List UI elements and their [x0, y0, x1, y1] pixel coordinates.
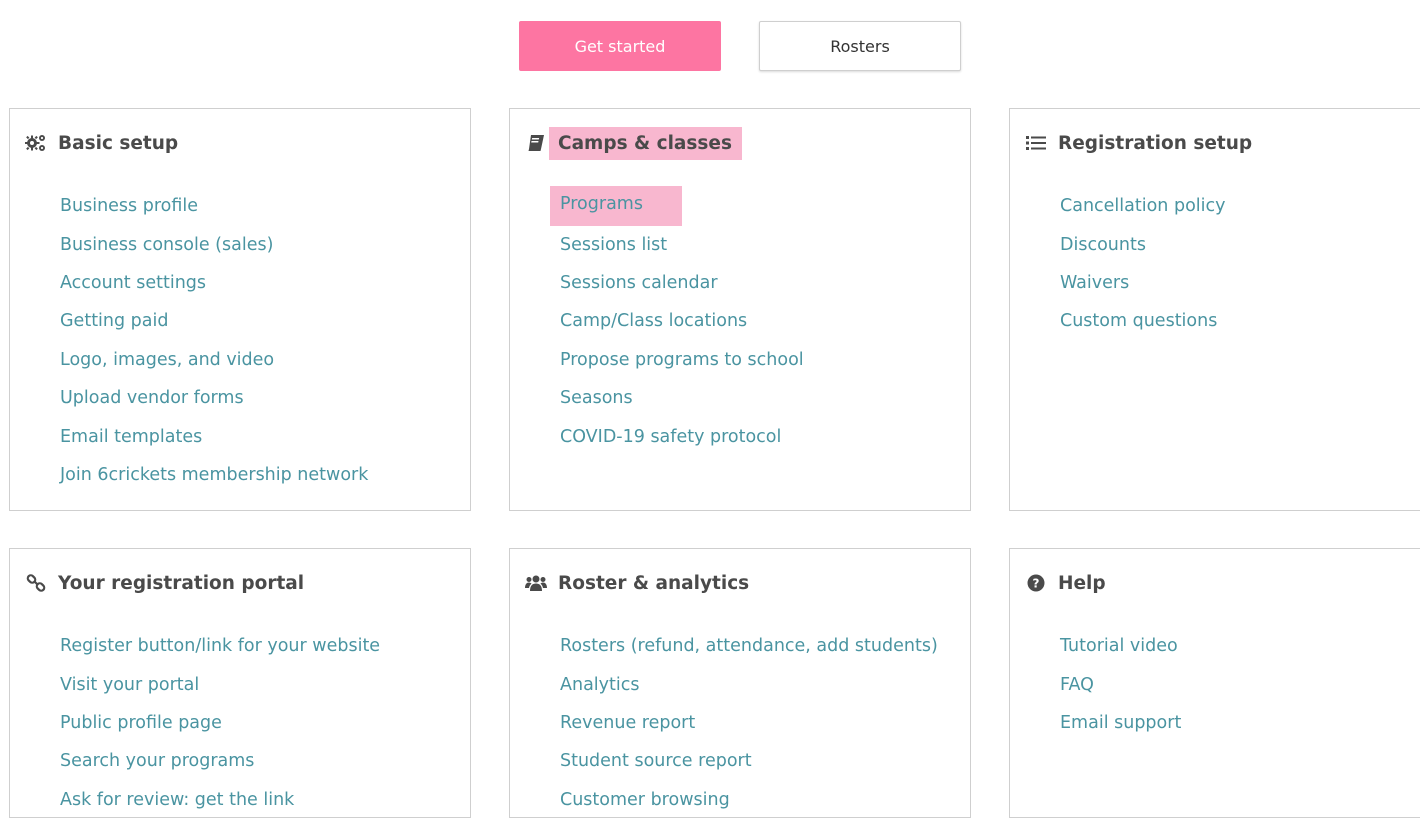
link-covid-protocol[interactable]: COVID-19 safety protocol: [560, 427, 781, 447]
link-discounts[interactable]: Discounts: [1060, 235, 1146, 255]
gears-icon: [24, 131, 48, 155]
link-visit-portal[interactable]: Visit your portal: [60, 675, 199, 695]
link-email-support[interactable]: Email support: [1060, 713, 1181, 733]
link-logo-images-video[interactable]: Logo, images, and video: [60, 350, 274, 370]
card-basic-setup: Basic setup Business profile Business co…: [9, 108, 471, 511]
link-analytics[interactable]: Analytics: [560, 675, 639, 695]
question-circle-icon: ?: [1024, 571, 1048, 595]
link-upload-vendor-forms[interactable]: Upload vendor forms: [60, 388, 244, 408]
top-button-bar: Get started Rosters: [0, 0, 1420, 90]
link-list: Cancellation policy Discounts Waivers Cu…: [1060, 187, 1225, 341]
link-cancellation-policy[interactable]: Cancellation policy: [1060, 196, 1225, 216]
book-icon: [524, 131, 548, 155]
get-started-button[interactable]: Get started: [519, 21, 721, 71]
users-icon: [524, 571, 548, 595]
link-student-source-report[interactable]: Student source report: [560, 751, 752, 771]
card-header: Camps & classes: [524, 125, 742, 161]
card-title: Help: [1058, 572, 1106, 594]
link-programs[interactable]: Programs: [550, 186, 682, 227]
link-list: Business profile Business console (sales…: [60, 187, 368, 494]
card-registration-portal: Your registration portal Register button…: [9, 548, 471, 818]
link-custom-questions[interactable]: Custom questions: [1060, 311, 1217, 331]
list-icon: [1024, 131, 1048, 155]
card-camps-classes: Camps & classes Programs Sessions list S…: [509, 108, 971, 511]
link-business-profile[interactable]: Business profile: [60, 196, 198, 216]
card-roster-analytics: Roster & analytics Rosters (refund, atte…: [509, 548, 971, 818]
card-title: Camps & classes: [549, 126, 742, 160]
card-title: Roster & analytics: [558, 572, 750, 594]
link-sessions-calendar[interactable]: Sessions calendar: [560, 273, 718, 293]
card-registration-setup: Registration setup Cancellation policy D…: [1009, 108, 1420, 511]
card-header: ? Help: [1024, 565, 1116, 601]
card-header: Basic setup: [24, 125, 188, 161]
link-email-templates[interactable]: Email templates: [60, 427, 202, 447]
card-header: Registration setup: [1024, 125, 1262, 161]
link-business-console[interactable]: Business console (sales): [60, 235, 273, 255]
link-account-settings[interactable]: Account settings: [60, 273, 206, 293]
card-help: ? Help Tutorial video FAQ Email support: [1009, 548, 1420, 818]
card-title: Your registration portal: [58, 572, 305, 594]
link-customer-browsing[interactable]: Customer browsing: [560, 790, 730, 810]
card-header: Your registration portal: [24, 565, 314, 601]
card-title: Registration setup: [1058, 132, 1253, 154]
link-propose-programs[interactable]: Propose programs to school: [560, 350, 804, 370]
link-camp-class-locations[interactable]: Camp/Class locations: [560, 311, 747, 331]
link-list: Tutorial video FAQ Email support: [1060, 627, 1181, 742]
card-title: Basic setup: [58, 132, 179, 154]
link-public-profile[interactable]: Public profile page: [60, 713, 222, 733]
link-revenue-report[interactable]: Revenue report: [560, 713, 695, 733]
link-icon: [24, 571, 48, 595]
link-tutorial-video[interactable]: Tutorial video: [1060, 636, 1178, 656]
link-seasons[interactable]: Seasons: [560, 388, 633, 408]
link-waivers[interactable]: Waivers: [1060, 273, 1129, 293]
link-join-membership-network[interactable]: Join 6crickets membership network: [60, 465, 368, 485]
link-register-button[interactable]: Register button/link for your website: [60, 636, 380, 656]
card-header: Roster & analytics: [524, 565, 759, 601]
link-list: Rosters (refund, attendance, add student…: [560, 627, 938, 819]
link-faq[interactable]: FAQ: [1060, 675, 1094, 695]
link-sessions-list[interactable]: Sessions list: [560, 235, 667, 255]
link-ask-for-review[interactable]: Ask for review: get the link: [60, 790, 294, 810]
svg-text:?: ?: [1033, 577, 1040, 591]
link-rosters[interactable]: Rosters (refund, attendance, add student…: [560, 636, 938, 656]
link-list: Register button/link for your website Vi…: [60, 627, 380, 819]
link-list: Programs Sessions list Sessions calendar…: [550, 186, 804, 456]
link-search-programs[interactable]: Search your programs: [60, 751, 254, 771]
link-getting-paid[interactable]: Getting paid: [60, 311, 168, 331]
rosters-button[interactable]: Rosters: [759, 21, 961, 71]
